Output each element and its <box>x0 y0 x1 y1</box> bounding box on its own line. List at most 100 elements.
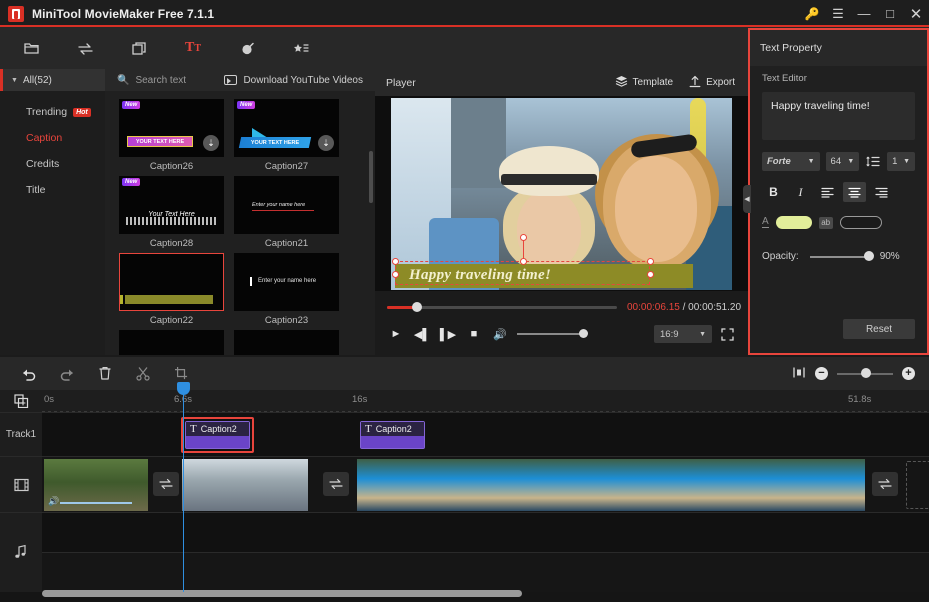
text-clip[interactable]: T Caption2 <box>360 421 425 449</box>
italic-button[interactable]: I <box>789 182 812 202</box>
template-thumbnail[interactable] <box>234 330 339 355</box>
list-item[interactable]: New YOUR TEXT HERE ⇣ Caption27 <box>234 99 339 172</box>
playhead[interactable] <box>177 382 190 592</box>
caption-overlay[interactable]: Happy traveling time! <box>392 233 693 288</box>
transition-slot-button[interactable] <box>872 472 898 496</box>
font-family-select[interactable]: Forte ▼ <box>762 152 820 171</box>
resize-handle-tc[interactable] <box>520 257 527 265</box>
template-button[interactable]: Template <box>615 75 673 90</box>
hamburger-menu-icon[interactable]: ☰ <box>825 0 851 27</box>
resize-handle-ml[interactable] <box>392 270 399 278</box>
library-scrollbar[interactable] <box>369 151 373 203</box>
align-center-button[interactable] <box>843 182 866 202</box>
extra-track[interactable] <box>42 552 929 592</box>
template-thumbnail[interactable] <box>119 330 224 355</box>
template-thumbnail[interactable]: New Your Text Here <box>119 176 224 234</box>
sidebar-item-title[interactable]: Title <box>0 177 105 203</box>
zoom-in-icon[interactable]: + <box>902 367 915 380</box>
sidebar-item-caption[interactable]: Caption <box>0 125 105 151</box>
sidebar-item-credits[interactable]: Credits <box>0 151 105 177</box>
aspect-ratio-select[interactable]: 16:9 ▼ <box>654 325 712 343</box>
volume-slider[interactable] <box>517 329 588 338</box>
sidebar-item-trending[interactable]: Trending Hot <box>0 99 105 125</box>
export-button[interactable]: Export <box>689 75 735 91</box>
template-thumbnail[interactable]: New YOUR TEXT HERE ⇣ <box>234 99 339 157</box>
line-spacing-select[interactable]: 1 ▼ <box>887 152 915 171</box>
transition-slot-button[interactable] <box>153 472 179 496</box>
resize-handle-mr[interactable] <box>647 270 654 278</box>
add-track-icon[interactable] <box>0 390 42 412</box>
volume-knob[interactable] <box>579 329 588 338</box>
download-youtube-button[interactable]: Download YouTube Videos <box>224 75 363 86</box>
collapse-panel-handle[interactable]: ◀ <box>743 185 751 213</box>
list-item[interactable]: Enter your name here Caption23 <box>234 253 339 326</box>
align-right-button[interactable] <box>870 182 893 202</box>
seek-knob[interactable] <box>412 302 422 312</box>
timeline-scrollbar[interactable] <box>42 590 929 597</box>
text-color-swatch[interactable] <box>775 216 812 229</box>
redo-button[interactable] <box>48 357 86 390</box>
fullscreen-icon[interactable] <box>720 327 734 341</box>
maximize-icon[interactable]: □ <box>877 0 903 27</box>
tab-effect[interactable]: Effect <box>0 27 929 602</box>
play-icon[interactable]: ► <box>383 323 409 345</box>
fit-to-screen-icon[interactable] <box>792 366 806 382</box>
resize-handle-tr[interactable] <box>647 257 654 265</box>
list-item[interactable]: Enter your name here Caption21 <box>234 176 339 249</box>
text-clip-selection[interactable] <box>181 417 254 453</box>
tab-elements[interactable]: Elements <box>0 27 929 602</box>
list-item[interactable] <box>119 330 224 355</box>
zoom-knob[interactable] <box>861 368 871 378</box>
line-spacing-icon[interactable] <box>865 155 881 168</box>
reset-button[interactable]: Reset <box>843 319 915 339</box>
speaker-icon[interactable]: 🔊 <box>48 496 59 507</box>
video-track[interactable]: 🔊 <box>42 456 929 512</box>
download-icon[interactable]: ⇣ <box>318 135 334 151</box>
timeline-scrollbar-thumb[interactable] <box>42 590 522 597</box>
align-left-button[interactable] <box>816 182 839 202</box>
zoom-out-icon[interactable]: − <box>815 367 828 380</box>
timeline-ruler[interactable]: 0s 6.6s 16s 51.8s <box>42 390 929 412</box>
list-item[interactable]: New YOUR TEXT HERE ⇣ Caption26 <box>119 99 224 172</box>
zoom-slider[interactable] <box>837 368 893 378</box>
list-item-selected[interactable]: Caption22 <box>119 253 224 326</box>
delete-button[interactable] <box>86 357 124 390</box>
video-clip[interactable] <box>182 459 308 511</box>
list-item[interactable]: New Your Text Here Caption28 <box>119 176 224 249</box>
text-editor-input[interactable]: Happy traveling time! <box>762 92 915 140</box>
text-track[interactable]: T Caption2 T Caption2 <box>42 412 929 456</box>
library-grid[interactable]: New YOUR TEXT HERE ⇣ Caption26 New YOUR … <box>105 91 375 355</box>
search-input[interactable]: 🔍 Search text <box>117 75 186 86</box>
audio-track[interactable] <box>42 512 929 552</box>
template-thumbnail[interactable]: Enter your name here <box>234 253 339 311</box>
transition-slot-button[interactable] <box>323 472 349 496</box>
video-clip[interactable]: 🔊 <box>44 459 148 511</box>
opacity-slider[interactable] <box>809 251 874 261</box>
split-button[interactable] <box>124 357 162 390</box>
template-thumbnail[interactable]: Enter your name here <box>234 176 339 234</box>
resize-handle-tl[interactable] <box>392 257 399 265</box>
undo-button[interactable] <box>10 357 48 390</box>
library-all-filter[interactable]: ▼ All(52) <box>0 69 105 91</box>
rotate-handle[interactable] <box>520 233 527 241</box>
bold-button[interactable]: B <box>762 182 785 202</box>
next-frame-icon[interactable]: ▌▶ <box>435 323 461 345</box>
list-item[interactable] <box>234 330 339 355</box>
transition-empty-slot[interactable] <box>906 461 929 509</box>
tab-media[interactable]: Media <box>0 27 929 602</box>
video-clip[interactable] <box>357 459 865 511</box>
close-icon[interactable]: ✕ <box>903 0 929 27</box>
video-preview[interactable]: Happy traveling time! <box>391 97 732 290</box>
tab-transition[interactable]: Transition <box>0 27 929 602</box>
playhead-handle[interactable] <box>177 382 190 395</box>
tab-text[interactable]: TT Text <box>0 27 929 602</box>
key-icon[interactable]: 🔑 <box>799 0 825 27</box>
font-size-select[interactable]: 64 ▼ <box>825 152 860 171</box>
stop-icon[interactable]: ■ <box>461 323 487 345</box>
download-icon[interactable]: ⇣ <box>203 135 219 151</box>
opacity-knob[interactable] <box>863 251 874 261</box>
outline-color-swatch[interactable] <box>839 216 882 229</box>
template-thumbnail[interactable] <box>119 253 224 311</box>
previous-frame-icon[interactable]: ◀▌ <box>409 323 435 345</box>
seek-slider[interactable] <box>387 302 617 312</box>
